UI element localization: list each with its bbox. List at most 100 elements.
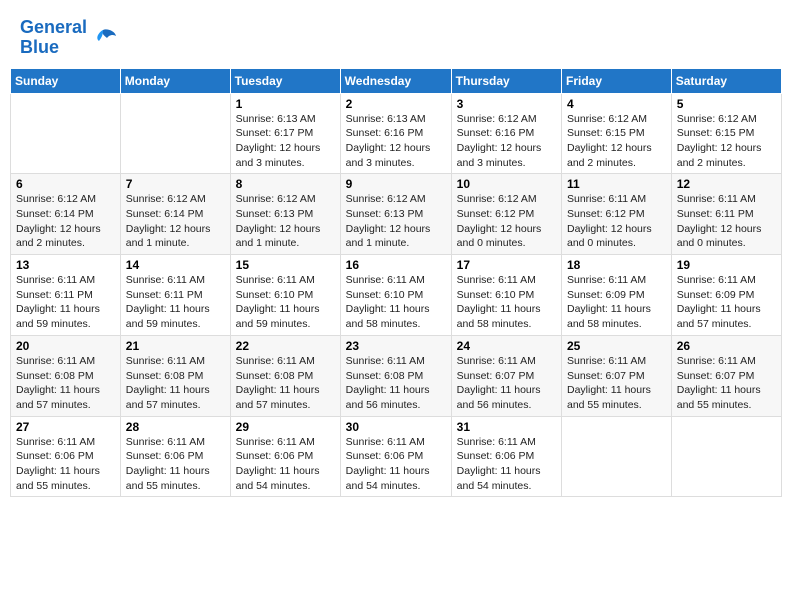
calendar-cell: 8Sunrise: 6:12 AMSunset: 6:13 PMDaylight…: [230, 174, 340, 255]
day-number: 30: [346, 420, 446, 434]
calendar-cell: 21Sunrise: 6:11 AMSunset: 6:08 PMDayligh…: [120, 335, 230, 416]
day-number: 25: [567, 339, 666, 353]
day-number: 22: [236, 339, 335, 353]
day-number: 31: [457, 420, 556, 434]
day-number: 14: [126, 258, 225, 272]
calendar-cell: 20Sunrise: 6:11 AMSunset: 6:08 PMDayligh…: [11, 335, 121, 416]
calendar-cell: [671, 416, 781, 497]
calendar-cell: 16Sunrise: 6:11 AMSunset: 6:10 PMDayligh…: [340, 255, 451, 336]
day-number: 29: [236, 420, 335, 434]
day-number: 2: [346, 97, 446, 111]
cell-info: Sunrise: 6:11 AMSunset: 6:11 PMDaylight:…: [16, 273, 115, 332]
cell-info: Sunrise: 6:11 AMSunset: 6:07 PMDaylight:…: [677, 354, 776, 413]
cell-info: Sunrise: 6:11 AMSunset: 6:09 PMDaylight:…: [677, 273, 776, 332]
calendar-cell: 30Sunrise: 6:11 AMSunset: 6:06 PMDayligh…: [340, 416, 451, 497]
day-number: 5: [677, 97, 776, 111]
day-number: 12: [677, 177, 776, 191]
day-number: 13: [16, 258, 115, 272]
day-number: 9: [346, 177, 446, 191]
day-number: 26: [677, 339, 776, 353]
calendar-cell: 2Sunrise: 6:13 AMSunset: 6:16 PMDaylight…: [340, 93, 451, 174]
cell-info: Sunrise: 6:11 AMSunset: 6:10 PMDaylight:…: [457, 273, 556, 332]
cell-info: Sunrise: 6:12 AMSunset: 6:12 PMDaylight:…: [457, 192, 556, 251]
logo: General Blue: [20, 18, 117, 58]
day-number: 7: [126, 177, 225, 191]
cell-info: Sunrise: 6:11 AMSunset: 6:06 PMDaylight:…: [126, 435, 225, 494]
calendar-cell: 14Sunrise: 6:11 AMSunset: 6:11 PMDayligh…: [120, 255, 230, 336]
calendar-cell: 18Sunrise: 6:11 AMSunset: 6:09 PMDayligh…: [562, 255, 672, 336]
calendar-cell: 15Sunrise: 6:11 AMSunset: 6:10 PMDayligh…: [230, 255, 340, 336]
day-number: 4: [567, 97, 666, 111]
cell-info: Sunrise: 6:12 AMSunset: 6:14 PMDaylight:…: [16, 192, 115, 251]
day-number: 1: [236, 97, 335, 111]
cell-info: Sunrise: 6:11 AMSunset: 6:10 PMDaylight:…: [346, 273, 446, 332]
weekday-header: Monday: [120, 68, 230, 93]
calendar-cell: 27Sunrise: 6:11 AMSunset: 6:06 PMDayligh…: [11, 416, 121, 497]
day-number: 20: [16, 339, 115, 353]
day-number: 16: [346, 258, 446, 272]
calendar-cell: 28Sunrise: 6:11 AMSunset: 6:06 PMDayligh…: [120, 416, 230, 497]
calendar-cell: [562, 416, 672, 497]
day-number: 10: [457, 177, 556, 191]
calendar-week-row: 1Sunrise: 6:13 AMSunset: 6:17 PMDaylight…: [11, 93, 782, 174]
calendar-cell: 26Sunrise: 6:11 AMSunset: 6:07 PMDayligh…: [671, 335, 781, 416]
cell-info: Sunrise: 6:11 AMSunset: 6:07 PMDaylight:…: [567, 354, 666, 413]
calendar-week-row: 27Sunrise: 6:11 AMSunset: 6:06 PMDayligh…: [11, 416, 782, 497]
weekday-header: Saturday: [671, 68, 781, 93]
day-number: 17: [457, 258, 556, 272]
cell-info: Sunrise: 6:12 AMSunset: 6:15 PMDaylight:…: [567, 112, 666, 171]
calendar-week-row: 6Sunrise: 6:12 AMSunset: 6:14 PMDaylight…: [11, 174, 782, 255]
cell-info: Sunrise: 6:11 AMSunset: 6:06 PMDaylight:…: [16, 435, 115, 494]
day-number: 11: [567, 177, 666, 191]
calendar-cell: 23Sunrise: 6:11 AMSunset: 6:08 PMDayligh…: [340, 335, 451, 416]
weekday-header: Wednesday: [340, 68, 451, 93]
calendar-cell: [120, 93, 230, 174]
calendar-cell: 4Sunrise: 6:12 AMSunset: 6:15 PMDaylight…: [562, 93, 672, 174]
weekday-header: Friday: [562, 68, 672, 93]
calendar-week-row: 20Sunrise: 6:11 AMSunset: 6:08 PMDayligh…: [11, 335, 782, 416]
calendar-week-row: 13Sunrise: 6:11 AMSunset: 6:11 PMDayligh…: [11, 255, 782, 336]
calendar-cell: 5Sunrise: 6:12 AMSunset: 6:15 PMDaylight…: [671, 93, 781, 174]
calendar-cell: 31Sunrise: 6:11 AMSunset: 6:06 PMDayligh…: [451, 416, 561, 497]
cell-info: Sunrise: 6:11 AMSunset: 6:10 PMDaylight:…: [236, 273, 335, 332]
cell-info: Sunrise: 6:12 AMSunset: 6:16 PMDaylight:…: [457, 112, 556, 171]
cell-info: Sunrise: 6:11 AMSunset: 6:08 PMDaylight:…: [16, 354, 115, 413]
day-number: 23: [346, 339, 446, 353]
calendar-cell: 11Sunrise: 6:11 AMSunset: 6:12 PMDayligh…: [562, 174, 672, 255]
weekday-header: Sunday: [11, 68, 121, 93]
calendar-cell: 29Sunrise: 6:11 AMSunset: 6:06 PMDayligh…: [230, 416, 340, 497]
day-number: 27: [16, 420, 115, 434]
day-number: 18: [567, 258, 666, 272]
cell-info: Sunrise: 6:11 AMSunset: 6:08 PMDaylight:…: [236, 354, 335, 413]
day-number: 24: [457, 339, 556, 353]
calendar-cell: 25Sunrise: 6:11 AMSunset: 6:07 PMDayligh…: [562, 335, 672, 416]
day-number: 15: [236, 258, 335, 272]
day-number: 8: [236, 177, 335, 191]
calendar-cell: 19Sunrise: 6:11 AMSunset: 6:09 PMDayligh…: [671, 255, 781, 336]
calendar-cell: 17Sunrise: 6:11 AMSunset: 6:10 PMDayligh…: [451, 255, 561, 336]
calendar-cell: 6Sunrise: 6:12 AMSunset: 6:14 PMDaylight…: [11, 174, 121, 255]
cell-info: Sunrise: 6:11 AMSunset: 6:12 PMDaylight:…: [567, 192, 666, 251]
logo-text2: Blue: [20, 38, 87, 58]
calendar-cell: 24Sunrise: 6:11 AMSunset: 6:07 PMDayligh…: [451, 335, 561, 416]
calendar-cell: 1Sunrise: 6:13 AMSunset: 6:17 PMDaylight…: [230, 93, 340, 174]
logo-bird-icon: [89, 26, 117, 50]
day-number: 19: [677, 258, 776, 272]
cell-info: Sunrise: 6:11 AMSunset: 6:11 PMDaylight:…: [126, 273, 225, 332]
weekday-header: Tuesday: [230, 68, 340, 93]
cell-info: Sunrise: 6:11 AMSunset: 6:06 PMDaylight:…: [346, 435, 446, 494]
logo-text: General: [20, 18, 87, 38]
cell-info: Sunrise: 6:11 AMSunset: 6:11 PMDaylight:…: [677, 192, 776, 251]
day-number: 3: [457, 97, 556, 111]
day-number: 6: [16, 177, 115, 191]
calendar-table: SundayMondayTuesdayWednesdayThursdayFrid…: [10, 68, 782, 498]
cell-info: Sunrise: 6:12 AMSunset: 6:13 PMDaylight:…: [236, 192, 335, 251]
weekday-header-row: SundayMondayTuesdayWednesdayThursdayFrid…: [11, 68, 782, 93]
calendar-cell: 13Sunrise: 6:11 AMSunset: 6:11 PMDayligh…: [11, 255, 121, 336]
cell-info: Sunrise: 6:11 AMSunset: 6:06 PMDaylight:…: [236, 435, 335, 494]
weekday-header: Thursday: [451, 68, 561, 93]
cell-info: Sunrise: 6:12 AMSunset: 6:14 PMDaylight:…: [126, 192, 225, 251]
cell-info: Sunrise: 6:13 AMSunset: 6:17 PMDaylight:…: [236, 112, 335, 171]
day-number: 21: [126, 339, 225, 353]
calendar-cell: 7Sunrise: 6:12 AMSunset: 6:14 PMDaylight…: [120, 174, 230, 255]
